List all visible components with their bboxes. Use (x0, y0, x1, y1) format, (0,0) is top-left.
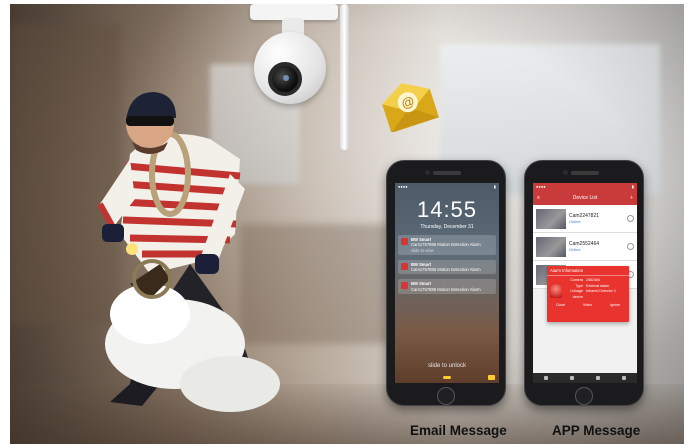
notification-text: Cam1757885 Motion Detection Alarm (411, 242, 481, 248)
phone-speaker (571, 171, 599, 175)
notification-sub: slide to view (411, 247, 434, 253)
device-thumbnail (536, 208, 566, 229)
alarm-close-button[interactable]: Close (556, 303, 565, 307)
app-notification-icon (401, 238, 408, 245)
alarm-field: Linkage device Infrared Detector 1 (570, 289, 616, 299)
home-button[interactable] (437, 387, 455, 405)
phone-speaker (433, 171, 461, 175)
alarm-ignore-button[interactable]: Ignore (610, 303, 620, 307)
app-tabbar (533, 373, 637, 383)
device-status: Online (569, 219, 581, 224)
app-notification-icon (401, 282, 408, 290)
tab-alarms[interactable] (596, 376, 600, 380)
device-status: Online (569, 247, 581, 252)
front-camera (563, 170, 568, 175)
plus-icon[interactable]: + (630, 195, 633, 201)
status-bar: ●●●● ▮ (533, 183, 637, 191)
alarm-title: Alarm Information (547, 266, 629, 276)
phone-app-screen: ●●●● ▮ ≡ Device List + Cam2247821 Online … (524, 160, 644, 406)
tab-settings[interactable] (622, 376, 626, 380)
app-notification-icon (401, 262, 408, 270)
device-row[interactable]: Cam2552464 Online (533, 233, 637, 261)
lock-date: Thursday, December 31 (420, 224, 474, 230)
gear-icon[interactable] (627, 243, 634, 250)
notification-text: Cam1757885 Motion Detection Alarm (411, 286, 481, 292)
camera-antenna (340, 4, 349, 150)
status-bar: ●●●● ▮ (398, 184, 496, 189)
notification-item[interactable]: BW Smart Cam1757885 Motion Detection Ala… (398, 279, 496, 294)
device-row[interactable]: Cam2247821 Online (533, 205, 637, 233)
lock-screen: ●●●● ▮ 14:55 Thursday, December 31 BW Sma… (395, 183, 499, 383)
tab-devices[interactable] (544, 376, 548, 380)
burglar-figure (97, 92, 280, 412)
app-header: ≡ Device List + (533, 191, 637, 205)
tab-media[interactable] (570, 376, 574, 380)
page-indicator (443, 376, 451, 379)
app-header-title: Device List (572, 195, 598, 201)
device-thumbnail (536, 236, 566, 257)
app-screen: ●●●● ▮ ≡ Device List + Cam2247821 Online … (533, 183, 637, 383)
email-at-icon: @ (382, 83, 439, 132)
camera-shortcut-icon[interactable] (488, 375, 495, 380)
front-camera (425, 170, 430, 175)
gear-icon[interactable] (627, 215, 634, 222)
notification-item[interactable]: BW Smart Cam1757885 Motion Detection Ala… (398, 235, 496, 255)
phone-email-lockscreen: ●●●● ▮ 14:55 Thursday, December 31 BW Sma… (386, 160, 506, 406)
notification-item[interactable]: BW Smart Cam1757885 Motion Detection Ala… (398, 259, 496, 275)
alarm-video-button[interactable]: Video (583, 303, 592, 307)
siren-icon (550, 284, 562, 298)
notification-text: Cam1757885 Motion Detection Alarm (411, 267, 481, 272)
caption-email-message: Email Message (410, 423, 507, 438)
slide-to-unlock[interactable]: slide to unlock (395, 363, 499, 369)
caption-app-message: APP Message (552, 423, 641, 438)
lock-time: 14:55 (416, 197, 478, 222)
menu-icon[interactable]: ≡ (537, 195, 540, 201)
home-button[interactable] (575, 387, 593, 405)
alarm-popup: Alarm Information Camera 2552464 Type Ex… (547, 266, 629, 322)
